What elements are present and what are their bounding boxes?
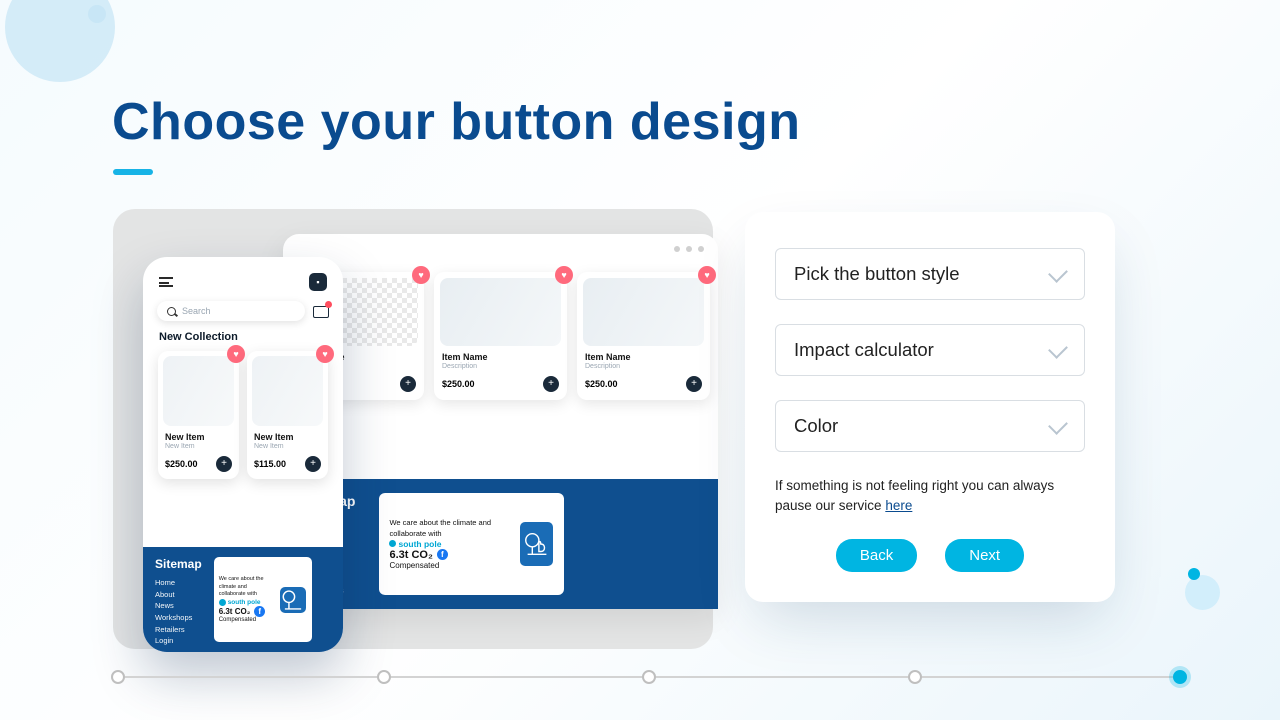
heart-icon: ♥ — [316, 345, 334, 363]
desktop-mock: ♥ Item Name Description $250.00+ ♥ Item … — [283, 234, 718, 609]
tree-icon — [279, 586, 307, 614]
progress-step — [908, 670, 922, 684]
phone-mock: ▪ Search New Collection ♥ New Item New I… — [143, 257, 343, 652]
add-icon: + — [216, 456, 232, 472]
climate-badge: We care about the climate and collaborat… — [379, 493, 564, 595]
search-input: Search — [157, 301, 305, 321]
menu-icon — [159, 277, 173, 287]
product-card: ♥ Item Name Description $250.00+ — [577, 272, 710, 400]
help-text: If something is not feeling right you ca… — [775, 476, 1085, 517]
heart-icon: ♥ — [412, 266, 430, 284]
add-icon: + — [543, 376, 559, 392]
next-button[interactable]: Next — [945, 539, 1024, 572]
progress-step — [642, 670, 656, 684]
tree-icon — [519, 521, 555, 567]
cart-icon — [313, 304, 329, 318]
product-card: ♥ New Item New Item $115.00+ — [247, 351, 328, 479]
chevron-down-icon — [1050, 269, 1066, 279]
bg-circle — [1188, 568, 1200, 580]
phone-footer: Sitemap HomeAboutNews WorkshopsRetailers… — [143, 547, 343, 652]
progress-step-active — [1173, 670, 1187, 684]
dropdown-label: Impact calculator — [794, 339, 934, 361]
sitemap-title: Sitemap — [155, 557, 202, 571]
dropdown-button-style[interactable]: Pick the button style — [775, 248, 1085, 300]
preview-panel: ♥ Item Name Description $250.00+ ♥ Item … — [113, 209, 713, 649]
back-button[interactable]: Back — [836, 539, 917, 572]
avatar-icon: ▪ — [309, 273, 327, 291]
desktop-card-row: ♥ Item Name Description $250.00+ ♥ Item … — [283, 264, 718, 400]
facebook-icon: f — [254, 606, 265, 617]
dropdown-label: Pick the button style — [794, 263, 960, 285]
progress-track — [118, 676, 1180, 678]
bg-circle — [1185, 575, 1220, 610]
climate-badge: We care about the climate and collaborat… — [214, 557, 312, 642]
heart-icon: ♥ — [698, 266, 716, 284]
pause-link[interactable]: here — [885, 498, 912, 513]
heart-icon: ♥ — [555, 266, 573, 284]
page-title: Choose your button design — [112, 92, 800, 152]
progress-step — [377, 670, 391, 684]
config-panel: Pick the button style Impact calculator … — [745, 212, 1115, 602]
dropdown-impact-calculator[interactable]: Impact calculator — [775, 324, 1085, 376]
dropdown-color[interactable]: Color — [775, 400, 1085, 452]
product-card: ♥ New Item New Item $250.00+ — [158, 351, 239, 479]
add-icon: + — [686, 376, 702, 392]
bg-circle — [88, 5, 106, 23]
progress-step — [111, 670, 125, 684]
chevron-down-icon — [1050, 345, 1066, 355]
chevron-down-icon — [1050, 421, 1066, 431]
window-controls — [283, 234, 718, 264]
add-icon: + — [400, 376, 416, 392]
desktop-footer: Sitemap HomeAboutNews WorkshopsRetailers… — [283, 479, 718, 609]
sitemap-links: HomeAboutNews WorkshopsRetailersLogin — [155, 577, 202, 647]
dropdown-label: Color — [794, 415, 838, 437]
title-accent — [113, 169, 153, 175]
brand-name: south pole — [389, 539, 508, 549]
product-card: ♥ Item Name Description $250.00+ — [434, 272, 567, 400]
heart-icon: ♥ — [227, 345, 245, 363]
add-icon: + — [305, 456, 321, 472]
search-icon — [167, 307, 176, 316]
facebook-icon: f — [437, 549, 448, 560]
